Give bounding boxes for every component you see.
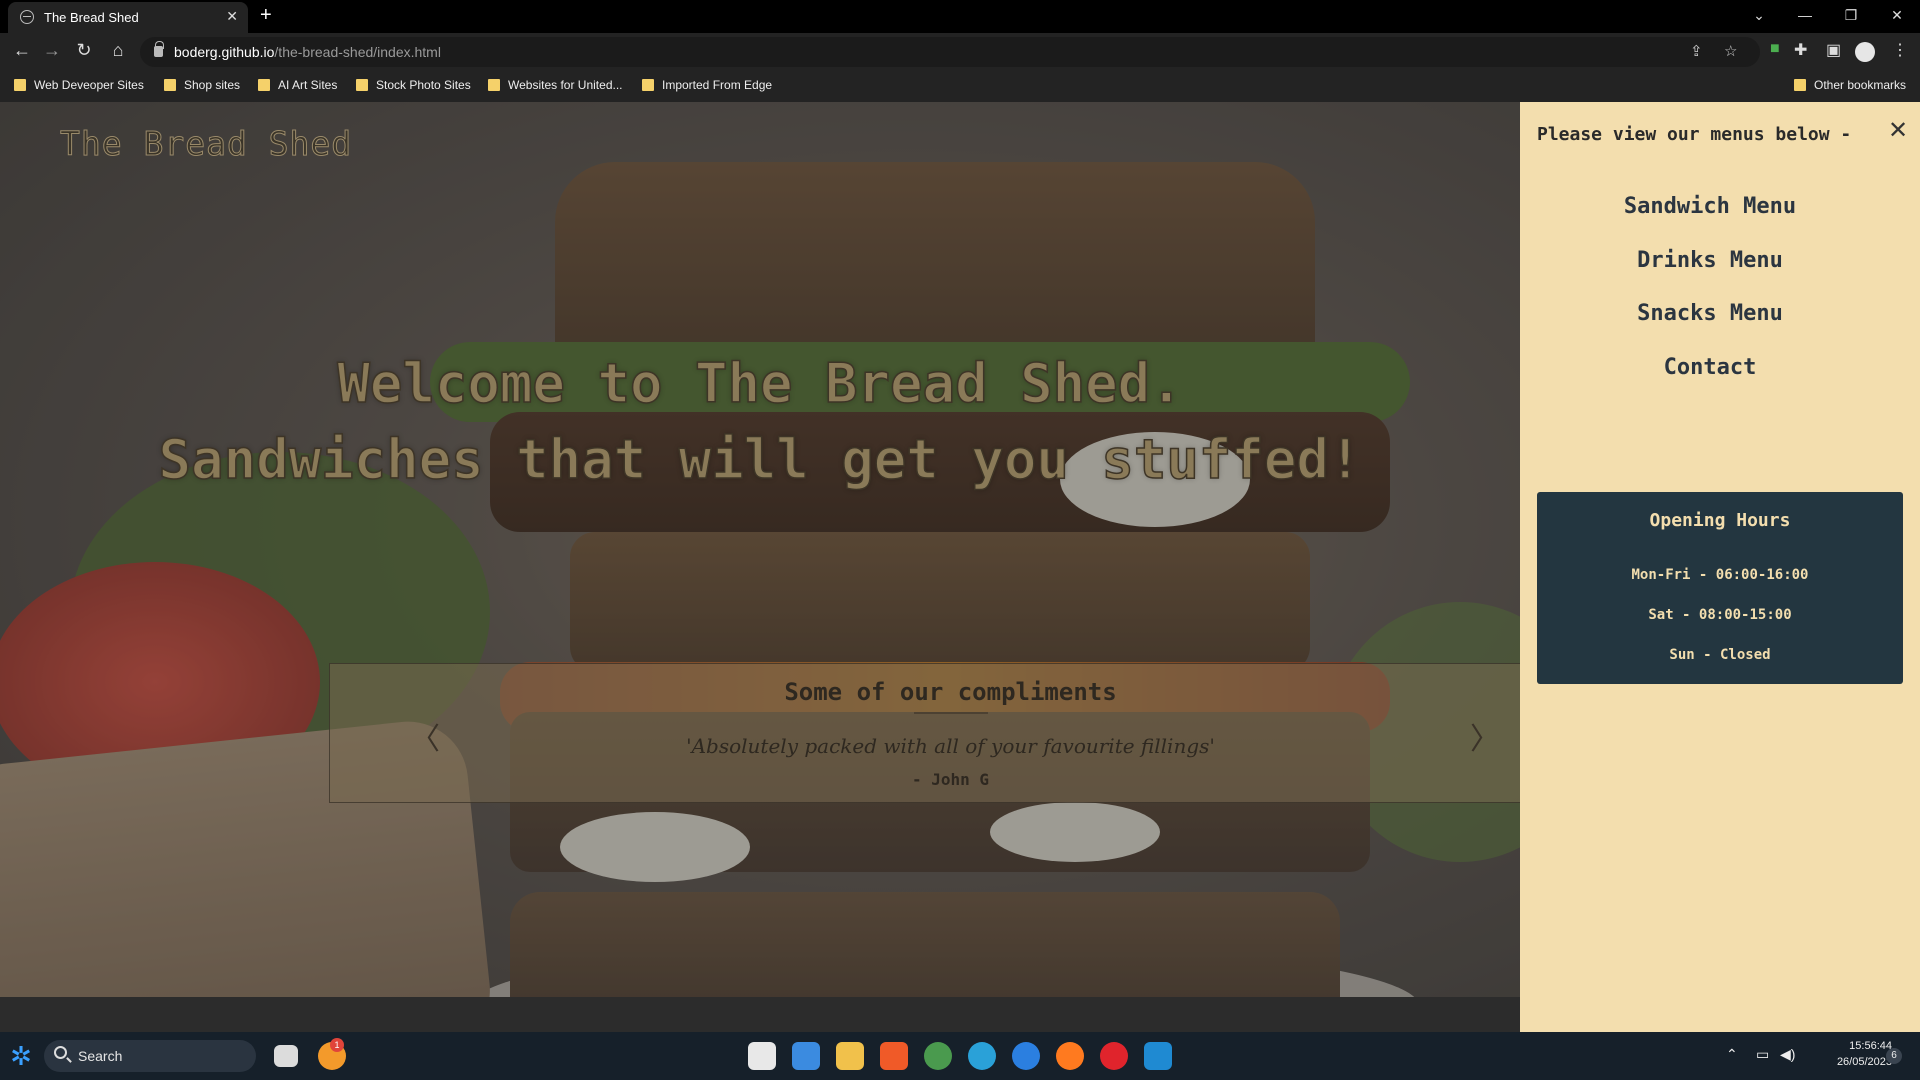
clock-date: 26/05/2023 <box>1836 1056 1892 1068</box>
search-icon <box>54 1046 67 1059</box>
start-icon[interactable]: ✲ <box>6 1042 36 1070</box>
url-text[interactable]: boderg.github.io/the-bread-shed/index.ht… <box>174 44 441 60</box>
hours-weekdays: Mon-Fri - 06:00-16:00 <box>1631 567 1809 583</box>
home-icon[interactable]: ⌂ <box>106 40 130 61</box>
tab-close-icon[interactable]: ✕ <box>226 8 238 25</box>
carousel-title: Some of our compliments <box>784 678 1117 706</box>
hero-overlay <box>0 102 1520 1032</box>
nav-snacks-menu[interactable]: Snacks Menu <box>1520 301 1900 326</box>
mail-icon[interactable] <box>792 1042 820 1070</box>
extension-status-icon[interactable]: ■ <box>1770 40 1780 58</box>
clock[interactable]: 15:56:44 26/05/2023 <box>1820 1038 1892 1070</box>
lock-icon[interactable] <box>154 41 164 57</box>
extensions-puzzle-icon[interactable]: ✚ <box>1794 40 1807 60</box>
network-icon[interactable]: ▭ <box>1756 1046 1769 1063</box>
chevron-right-icon[interactable]: 〉 <box>1470 714 1500 758</box>
bookmark-folder[interactable]: Web Deveoper Sites <box>14 78 144 92</box>
volume-icon[interactable]: ◀) <box>1780 1046 1795 1063</box>
hours-saturday: Sat - 08:00-15:00 <box>1648 607 1792 623</box>
sidepanel-icon[interactable]: ▣ <box>1826 40 1841 60</box>
profile-avatar-icon[interactable] <box>1855 42 1875 62</box>
carousel-quote: 'Absolutely packed with all of your favo… <box>686 734 1215 758</box>
task-view-icon[interactable] <box>274 1045 298 1067</box>
minimize-icon[interactable]: — <box>1782 0 1828 33</box>
carousel-author: - John G <box>911 770 990 789</box>
firefox-icon[interactable] <box>1056 1042 1084 1070</box>
hero-section: The Bread Shed Welcome to The Bread Shed… <box>0 102 1520 1032</box>
vscode-icon[interactable] <box>1144 1042 1172 1070</box>
opening-hours-card: Opening Hours Mon-Fri - 06:00-16:00 Sat … <box>1537 492 1903 684</box>
window-controls: ⌄ — ❐ ✕ <box>1736 0 1920 33</box>
opera-icon[interactable] <box>1100 1042 1128 1070</box>
menu-sidebar: Please view our menus below - ✕ Sandwich… <box>1520 102 1920 1032</box>
other-bookmarks-folder[interactable]: Other bookmarks <box>1794 78 1906 92</box>
firefox-dev-icon[interactable] <box>1012 1042 1040 1070</box>
back-icon[interactable]: ← <box>10 40 34 61</box>
taskbar-search-label: Search <box>78 1048 123 1064</box>
folder-icon <box>14 79 26 91</box>
bookmark-folder[interactable]: Shop sites <box>164 78 240 92</box>
new-tab-plus-icon[interactable]: + <box>260 4 272 27</box>
file-explorer-icon[interactable] <box>836 1042 864 1070</box>
hours-sunday: Sun - Closed <box>1669 647 1771 663</box>
compliments-carousel: Some of our compliments 〈 'Absolutely pa… <box>329 663 1572 803</box>
edge-icon[interactable] <box>968 1042 996 1070</box>
folder-icon <box>356 79 368 91</box>
hero-headline: Welcome to The Bread Shed. <box>337 351 1184 416</box>
os-taskbar: ✲ Search 1 ⌃ ▭ ◀) 15:56:44 26/05/2023 6 <box>0 1032 1920 1080</box>
folder-icon <box>1794 79 1806 91</box>
browser-tab[interactable]: The Bread Shed ✕ <box>8 2 248 33</box>
clock-time: 15:56:44 <box>1849 1040 1892 1052</box>
reload-icon[interactable]: ↻ <box>72 40 96 61</box>
page-viewport: The Bread Shed Welcome to The Bread Shed… <box>0 102 1920 1032</box>
bookmarks-bar: Web Deveoper Sites Shop sites AI Art Sit… <box>0 71 1920 102</box>
bookmark-folder[interactable]: Imported From Edge <box>642 78 772 92</box>
sidebar-close-icon[interactable]: ✕ <box>1888 116 1908 144</box>
bookmark-folder[interactable]: AI Art Sites <box>258 78 337 92</box>
nav-sandwich-menu[interactable]: Sandwich Menu <box>1520 194 1900 219</box>
folder-icon <box>164 79 176 91</box>
folder-icon <box>258 79 270 91</box>
tray-chevron-icon[interactable]: ⌃ <box>1726 1046 1738 1063</box>
microsoft-store-icon[interactable] <box>748 1042 776 1070</box>
footer-band <box>0 997 1520 1032</box>
opening-hours-title: Opening Hours <box>1649 510 1791 531</box>
folder-icon <box>488 79 500 91</box>
bookmark-star-icon[interactable]: ☆ <box>1724 42 1737 60</box>
menu-dots-icon[interactable]: ⋮ <box>1892 40 1908 60</box>
share-icon[interactable]: ⇪ <box>1690 42 1703 60</box>
notification-center-badge[interactable]: 6 <box>1886 1048 1902 1064</box>
hero-subheadline: Sandwiches that will get you stuffed! <box>158 427 1362 492</box>
notification-badge: 1 <box>330 1038 344 1052</box>
tab-search-chevron-icon[interactable]: ⌄ <box>1736 0 1782 33</box>
brave-browser-icon[interactable] <box>880 1042 908 1070</box>
site-logo[interactable]: The Bread Shed <box>59 124 352 164</box>
browser-toolbar: ← → ↻ ⌂ boderg.github.io/the-bread-shed/… <box>0 33 1920 71</box>
window-close-icon[interactable]: ✕ <box>1874 0 1920 33</box>
taskbar-search[interactable]: Search <box>44 1040 256 1072</box>
bookmark-folder[interactable]: Websites for United... <box>488 78 623 92</box>
nav-drinks-menu[interactable]: Drinks Menu <box>1520 248 1900 273</box>
restore-icon[interactable]: ❐ <box>1828 0 1874 33</box>
chrome-icon[interactable] <box>924 1042 952 1070</box>
address-bar[interactable]: boderg.github.io/the-bread-shed/index.ht… <box>140 37 1760 67</box>
bookmark-folder[interactable]: Stock Photo Sites <box>356 78 471 92</box>
sidebar-heading: Please view our menus below - <box>1537 124 1852 145</box>
globe-favicon-icon <box>20 10 34 24</box>
carousel-divider <box>914 712 988 714</box>
nav-contact[interactable]: Contact <box>1520 355 1900 380</box>
folder-icon <box>642 79 654 91</box>
browser-tab-strip: The Bread Shed ✕ + ⌄ — ❐ ✕ <box>0 0 1920 33</box>
forward-icon[interactable]: → <box>40 40 64 61</box>
tab-title: The Bread Shed <box>44 10 139 25</box>
